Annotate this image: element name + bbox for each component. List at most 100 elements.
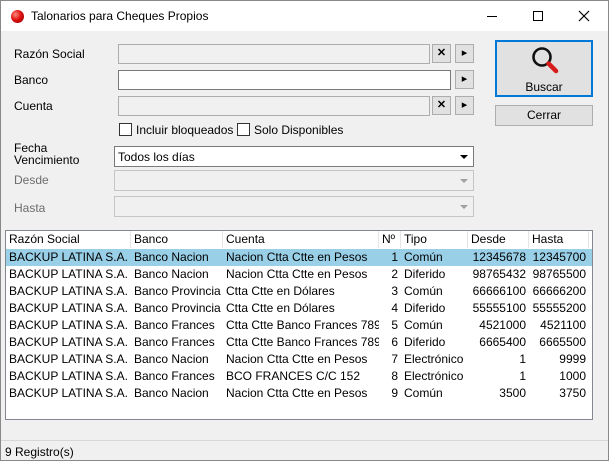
razon-social-label: Razón Social [14,47,85,61]
table-row[interactable]: BACKUP LATINA S.A. Banco Frances BCO FRANC… [6,368,592,385]
cell-cuenta: Nacion Ctta Ctte en Pesos [226,267,368,281]
table-row[interactable]: BACKUP LATINA S.A. Banco Provincia Ctta Ct… [6,300,592,317]
chevron-down-icon [460,205,468,209]
fecha-vencimiento-select[interactable]: Todos los días [114,146,474,167]
title-bar[interactable]: Talonarios para Cheques Propios [1,1,608,31]
banco-go-button[interactable]: ▸ [455,70,474,89]
incluir-bloqueados-label[interactable]: Incluir bloqueados [136,123,233,137]
table-row[interactable]: BACKUP LATINA S.A. Banco Nacion Nacion Ctt… [6,385,592,402]
cell-numero: 5 [391,318,398,332]
table-row[interactable]: BACKUP LATINA S.A. Banco Provincia Ctta Ct… [6,283,592,300]
cell-razon-social: BACKUP LATINA S.A. [9,267,128,281]
fecha-vencimiento-value: Todos los días [118,150,195,164]
cell-razon-social: BACKUP LATINA S.A. [9,386,128,400]
header-hasta[interactable]: Hasta [529,231,589,248]
banco-field[interactable] [118,70,451,90]
solo-disponibles-checkbox[interactable] [237,123,250,136]
cell-hasta: 1000 [559,369,586,383]
cell-banco: Banco Nacion [134,386,209,400]
cell-numero: 3 [391,284,398,298]
cuenta-go-button[interactable]: ▸ [455,96,474,115]
cell-numero: 6 [391,335,398,349]
cell-desde: 4521000 [479,318,526,332]
cell-desde: 98765432 [472,267,526,281]
maximize-icon [533,11,543,21]
razon-social-field[interactable] [118,44,430,64]
grid-header: Razón Social Banco Cuenta Nº Tipo Desde … [6,231,592,249]
status-bar: 9 Registro(s) [1,440,608,460]
cell-hasta: 98765500 [532,267,586,281]
cerrar-button[interactable]: Cerrar [495,105,593,126]
cell-tipo: Diferido [404,335,446,349]
clear-icon: ✕ [436,99,447,111]
cell-hasta: 9999 [559,352,586,366]
cell-hasta: 55555200 [532,301,586,315]
table-row[interactable]: BACKUP LATINA S.A. Banco Frances Ctta Ctte… [6,317,592,334]
header-numero[interactable]: Nº [379,231,401,248]
cell-hasta: 3750 [559,386,586,400]
table-row[interactable]: BACKUP LATINA S.A. Banco Nacion Nacion Ctt… [6,351,592,368]
cell-desde: 12345678 [472,250,526,264]
cell-banco: Banco Frances [134,369,215,383]
desde-select[interactable] [114,170,474,191]
cell-tipo: Común [404,284,443,298]
cell-razon-social: BACKUP LATINA S.A. [9,369,128,383]
cell-numero: 4 [391,301,398,315]
cell-banco: Banco Provincia [134,301,221,315]
cell-razon-social: BACKUP LATINA S.A. [9,335,128,349]
talonarios-grid[interactable]: Razón Social Banco Cuenta Nº Tipo Desde … [5,230,593,420]
close-button[interactable] [561,1,607,31]
cell-razon-social: BACKUP LATINA S.A. [9,284,128,298]
main-window: Talonarios para Cheques Propios Razón So… [0,0,609,461]
close-icon [578,10,590,22]
header-desde[interactable]: Desde [468,231,529,248]
cell-tipo: Común [404,318,443,332]
cell-banco: Banco Provincia [134,284,221,298]
cuenta-clear-button[interactable]: ✕ [432,96,451,115]
cell-banco: Banco Frances [134,335,215,349]
cell-banco: Banco Frances [134,318,215,332]
incluir-bloqueados-checkbox[interactable] [119,123,132,136]
table-row[interactable]: BACKUP LATINA S.A. Banco Frances Ctta Ctte… [6,334,592,351]
cell-cuenta: Ctta Ctte Banco Frances 789 [226,318,379,332]
go-icon: ▸ [461,47,468,59]
cell-numero: 7 [391,352,398,366]
cuenta-field[interactable] [118,96,430,116]
minimize-button[interactable] [469,1,515,31]
window-title: Talonarios para Cheques Propios [31,9,209,23]
cell-tipo: Común [404,386,443,400]
cell-numero: 9 [391,386,398,400]
cell-razon-social: BACKUP LATINA S.A. [9,318,128,332]
razon-social-clear-button[interactable]: ✕ [432,44,451,63]
go-icon: ▸ [461,99,468,111]
header-tipo[interactable]: Tipo [401,231,468,248]
hasta-select[interactable] [114,196,474,217]
cell-tipo: Electrónico [404,369,464,383]
search-icon [532,47,559,74]
table-row[interactable]: BACKUP LATINA S.A. Banco Nacion Nacion Ctt… [6,249,592,266]
header-banco[interactable]: Banco [131,231,223,248]
header-cuenta[interactable]: Cuenta [223,231,379,248]
razon-social-go-button[interactable]: ▸ [455,44,474,63]
cell-hasta: 66666200 [532,284,586,298]
cell-numero: 2 [391,267,398,281]
cell-tipo: Común [404,250,443,264]
solo-disponibles-label[interactable]: Solo Disponibles [254,123,343,137]
maximize-button[interactable] [515,1,561,31]
chevron-down-icon [460,179,468,183]
cell-banco: Banco Nacion [134,267,209,281]
cell-razon-social: BACKUP LATINA S.A. [9,250,128,264]
table-row[interactable]: BACKUP LATINA S.A. Banco Nacion Nacion Ctt… [6,266,592,283]
go-icon: ▸ [461,73,468,85]
buscar-button[interactable]: Buscar [495,40,593,97]
cell-tipo: Diferido [404,267,446,281]
minimize-icon [487,16,497,17]
cell-cuenta: BCO FRANCES C/C 152 [226,369,361,383]
cell-banco: Banco Nacion [134,352,209,366]
cell-desde: 1 [519,369,526,383]
clear-icon: ✕ [436,47,447,59]
cell-razon-social: BACKUP LATINA S.A. [9,352,128,366]
cell-tipo: Electrónico [404,352,464,366]
header-razon-social[interactable]: Razón Social [6,231,131,248]
cell-hasta: 6665500 [539,335,586,349]
